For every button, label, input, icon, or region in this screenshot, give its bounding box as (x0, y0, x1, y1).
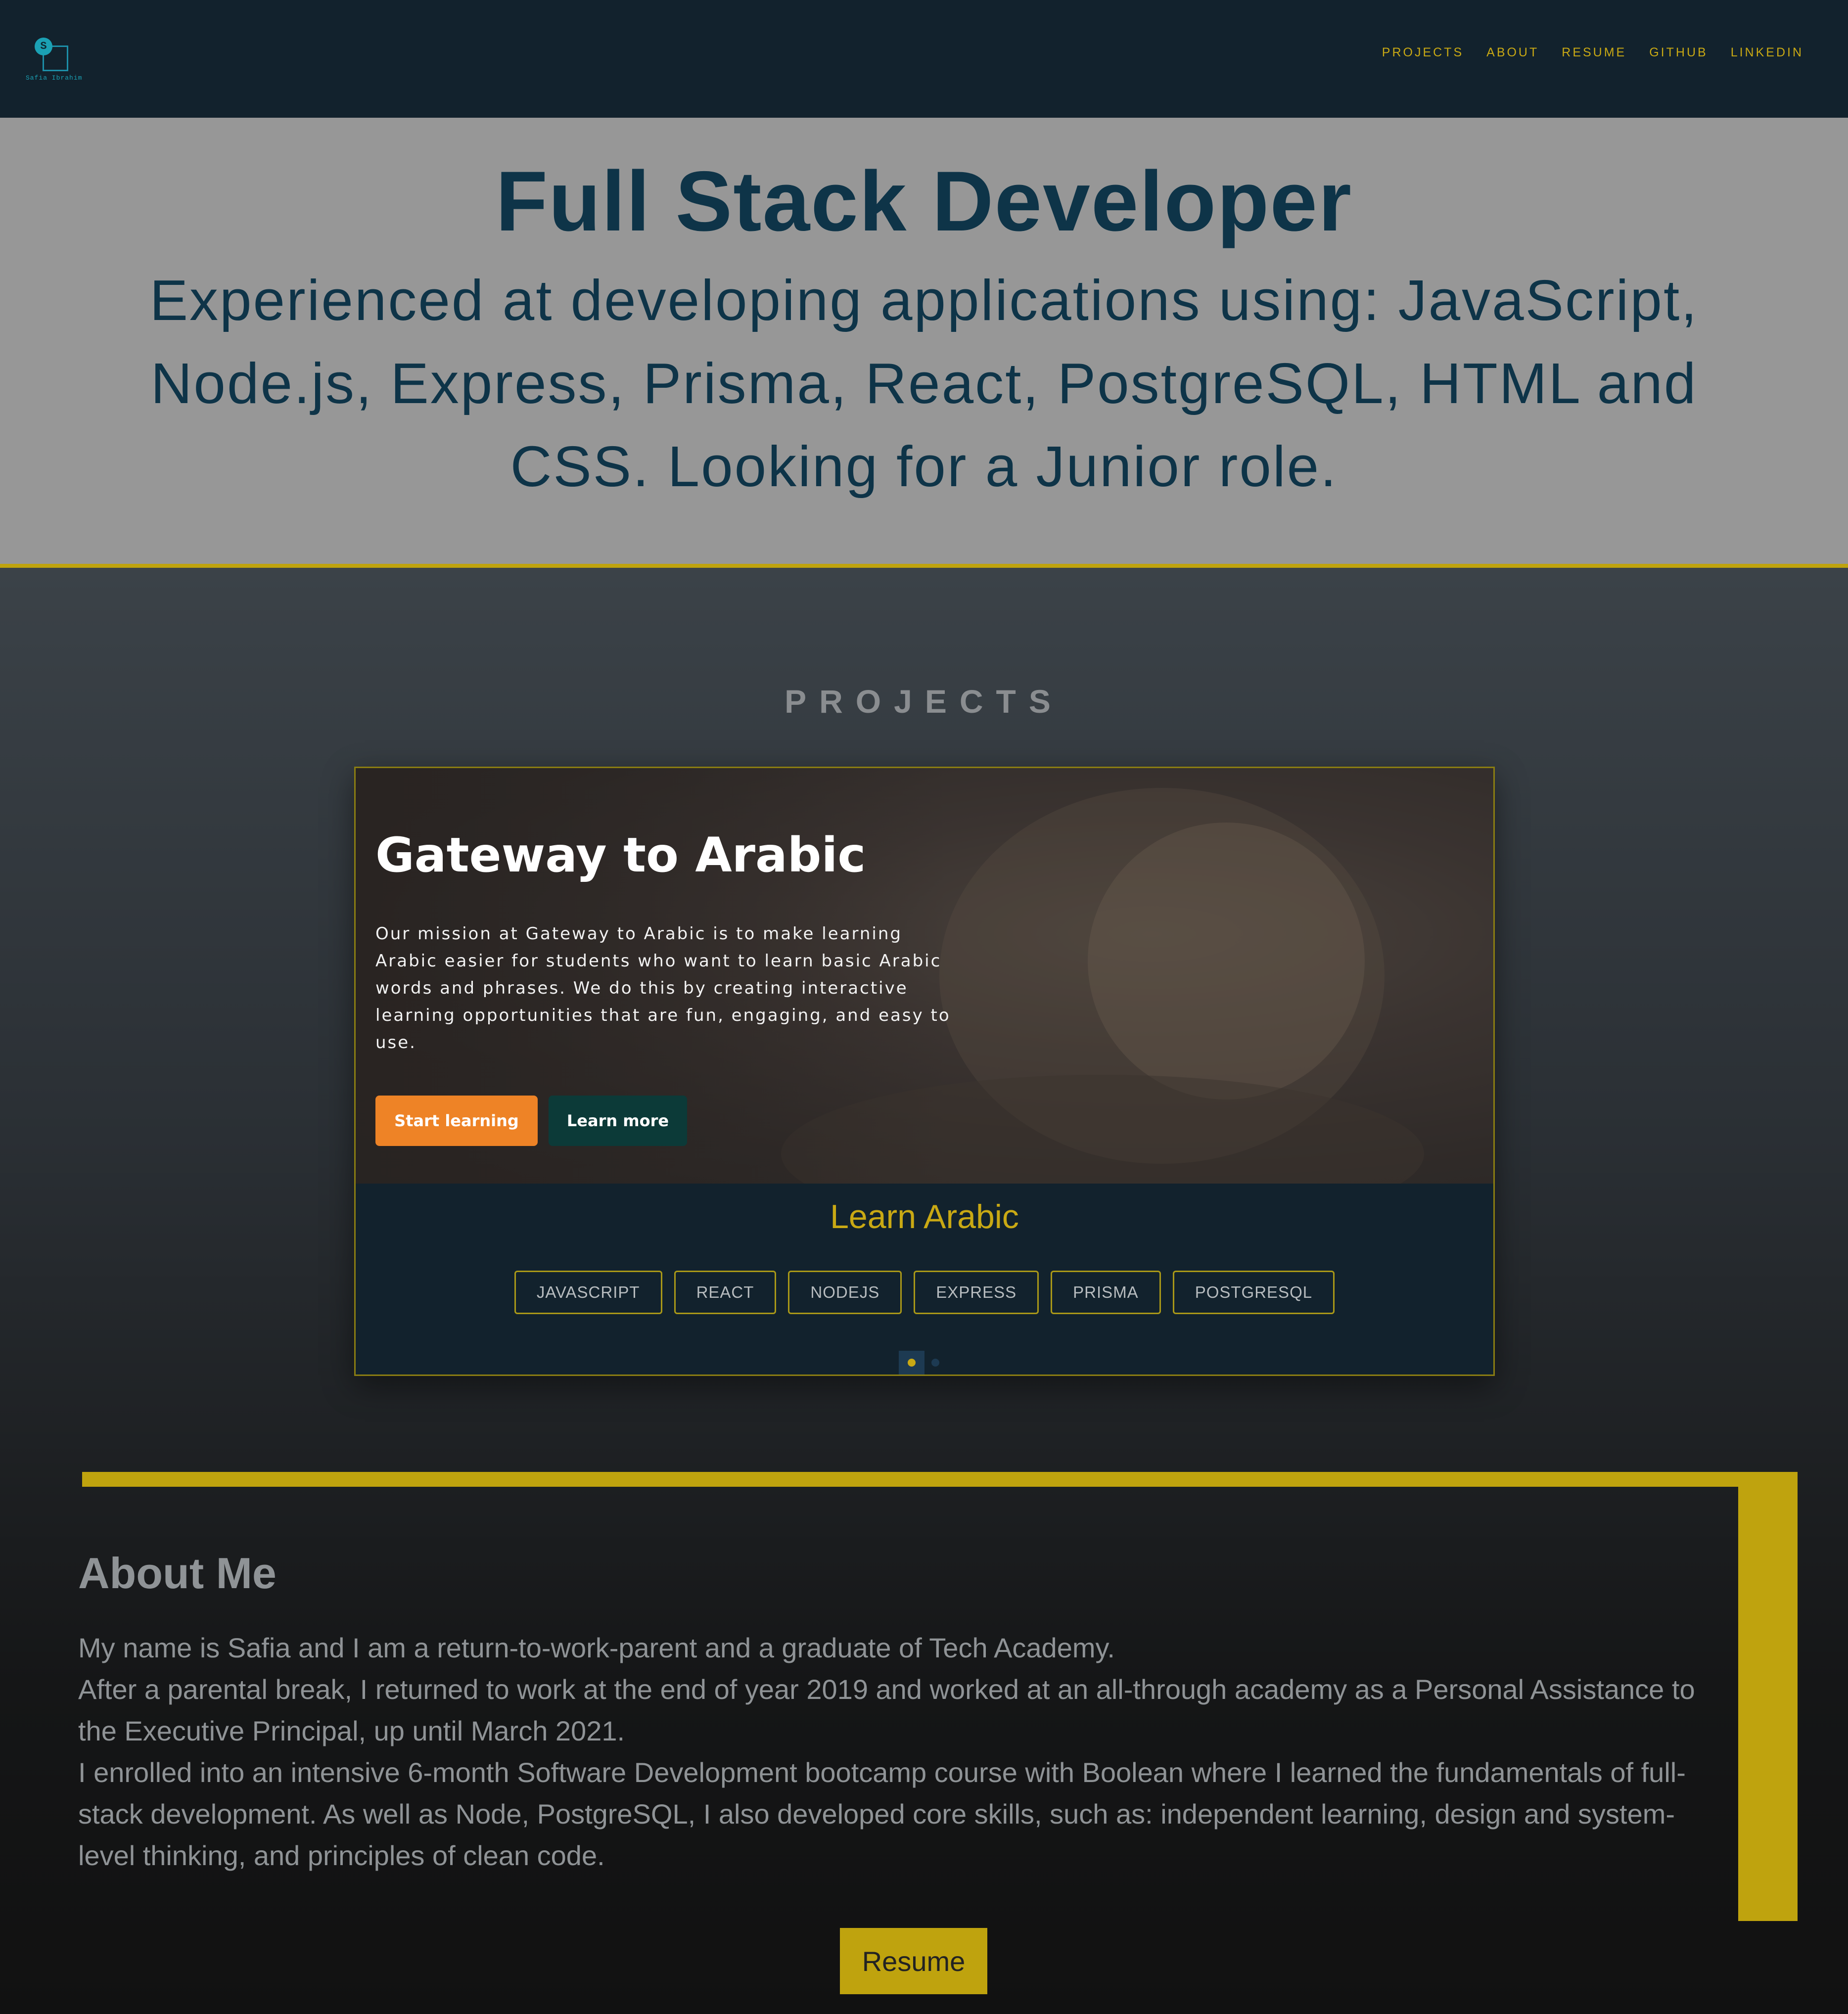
carousel-dot-2[interactable] (931, 1359, 939, 1367)
hero-subtitle: Experienced at developing applications u… (149, 268, 1699, 499)
about-paragraph: After a parental break, I returned to wo… (78, 1674, 1695, 1746)
about-accent-bar-top (82, 1472, 1798, 1487)
top-navbar: S Safia Ibrahim PROJECTS ABOUT RESUME GI… (0, 0, 1848, 118)
tag-prisma: PRISMA (1051, 1271, 1161, 1314)
logo-text: Safia Ibrahim (26, 74, 83, 82)
nav-link-resume[interactable]: RESUME (1562, 46, 1626, 60)
carousel-dots (899, 1351, 939, 1374)
tag-express: EXPRESS (914, 1271, 1039, 1314)
about-paragraph: My name is Safia and I am a return-to-wo… (78, 1632, 1115, 1663)
start-learning-button[interactable]: Start learning (375, 1096, 538, 1146)
nav-link-github[interactable]: GITHUB (1649, 46, 1708, 60)
about-paragraph: I enrolled into an intensive 6-month Sof… (78, 1757, 1686, 1871)
project-card: Gateway to Arabic Our mission at Gateway… (354, 767, 1495, 1376)
project-name[interactable]: Learn Arabic (356, 1197, 1493, 1236)
nav-links: PROJECTS ABOUT RESUME GITHUB LINKEDIN (1382, 46, 1803, 60)
tag-nodejs: NODEJS (788, 1271, 902, 1314)
resume-button[interactable]: Resume (840, 1928, 987, 1994)
about-title: About Me (78, 1549, 277, 1598)
carousel-dot-1[interactable] (899, 1351, 924, 1374)
about-accent-bar-right (1738, 1472, 1798, 1921)
hero-title: Full Stack Developer (496, 154, 1352, 249)
nav-link-linkedin[interactable]: LINKEDIN (1731, 46, 1803, 60)
site-logo[interactable]: S Safia Ibrahim (26, 35, 95, 89)
project-description: Our mission at Gateway to Arabic is to m… (375, 924, 951, 1053)
project-screenshot: Gateway to Arabic Our mission at Gateway… (356, 768, 1493, 1184)
nav-link-projects[interactable]: PROJECTS (1382, 46, 1464, 60)
project-headline: Gateway to Arabic (375, 827, 866, 883)
about-text: My name is Safia and I am a return-to-wo… (78, 1627, 1725, 1877)
tech-tags: JAVASCRIPT REACT NODEJS EXPRESS PRISMA P… (356, 1271, 1493, 1314)
learn-more-button[interactable]: Learn more (549, 1096, 687, 1146)
hero-section: Full Stack Developer Experienced at deve… (0, 118, 1848, 568)
projects-section-title: PROJECTS (785, 683, 1063, 720)
tag-javascript: JAVASCRIPT (514, 1271, 662, 1314)
nav-link-about[interactable]: ABOUT (1486, 46, 1539, 60)
logo-initial: S (35, 38, 52, 55)
tag-react: REACT (674, 1271, 777, 1314)
tag-postgresql: POSTGRESQL (1172, 1271, 1335, 1314)
